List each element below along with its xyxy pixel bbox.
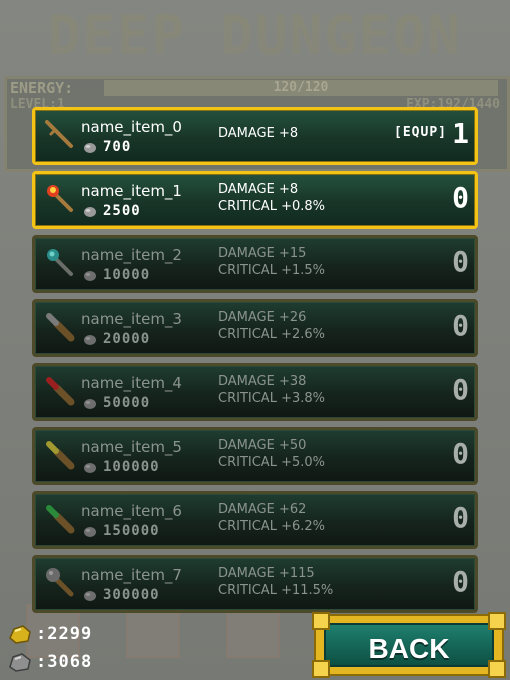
item-row[interactable]: name_item_2 10000 DAMAGE +15 CRITICAL +1…	[32, 235, 478, 293]
stone-icon	[84, 527, 96, 537]
club-icon	[46, 377, 75, 406]
item-price: 150000	[103, 523, 160, 539]
item-name: name_item_3	[81, 310, 182, 328]
item-price: 50000	[103, 395, 151, 411]
corner-ornament	[488, 612, 506, 630]
item-count: 0	[452, 437, 469, 470]
item-name: name_item_5	[81, 438, 182, 456]
item-price: 10000	[103, 267, 151, 283]
item-count: 0	[452, 501, 469, 534]
back-button-label: BACK	[368, 633, 450, 664]
item-count: 0	[452, 245, 469, 278]
item-name: name_item_7	[81, 566, 182, 584]
game-title: DEEP DUNGEON	[47, 4, 463, 67]
item-damage: DAMAGE +38	[218, 374, 307, 389]
item-name: name_item_6	[81, 502, 182, 520]
item-list: name_item_0 700 DAMAGE +8 [EQUP] 1 name_…	[32, 107, 478, 619]
item-price: 2500	[103, 203, 141, 219]
wand-icon	[47, 249, 73, 276]
item-name: name_item_0	[81, 118, 182, 136]
gold-amount: :2299	[36, 624, 93, 644]
corner-ornament	[488, 660, 506, 678]
item-row[interactable]: name_item_4 50000 DAMAGE +38 CRITICAL +3…	[32, 363, 478, 421]
item-price: 700	[103, 139, 132, 155]
item-count: 0	[452, 565, 469, 598]
item-damage: DAMAGE +26	[218, 310, 307, 325]
item-count: 1	[452, 117, 469, 150]
corner-ornament	[312, 612, 330, 630]
equipped-badge: [EQUP]	[394, 125, 447, 140]
club-icon	[46, 505, 75, 534]
energy-label: ENERGY:	[10, 79, 74, 97]
item-damage: DAMAGE +50	[218, 438, 307, 453]
item-critical: CRITICAL +6.2%	[218, 519, 325, 534]
item-damage: DAMAGE +8	[218, 182, 299, 197]
stone-amount: :3068	[36, 652, 93, 672]
item-price: 300000	[103, 587, 160, 603]
item-critical: CRITICAL +3.8%	[218, 391, 325, 406]
corner-ornament	[312, 660, 330, 678]
item-row[interactable]: name_item_6 150000 DAMAGE +62 CRITICAL +…	[32, 491, 478, 549]
stone-ore-icon	[9, 653, 31, 672]
item-critical: CRITICAL +1.5%	[218, 263, 325, 278]
club-icon	[46, 441, 75, 470]
stick-icon	[45, 120, 73, 148]
item-row[interactable]: name_item_5 100000 DAMAGE +50 CRITICAL +…	[32, 427, 478, 485]
item-row[interactable]: name_item_3 20000 DAMAGE +26 CRITICAL +2…	[32, 299, 478, 357]
back-button-face: BACK	[324, 623, 494, 667]
item-price: 100000	[103, 459, 160, 475]
item-row[interactable]: name_item_7 300000 DAMAGE +115 CRITICAL …	[32, 555, 478, 613]
item-damage: DAMAGE +62	[218, 502, 307, 517]
stone-icon	[84, 271, 96, 281]
torch-icon	[47, 185, 73, 212]
item-row[interactable]: name_item_0 700 DAMAGE +8 [EQUP] 1	[32, 107, 478, 165]
stone-icon	[84, 207, 96, 217]
item-critical: CRITICAL +0.8%	[218, 199, 325, 214]
item-count: 0	[452, 181, 469, 214]
item-damage: DAMAGE +8	[218, 126, 299, 141]
stone-icon	[84, 335, 96, 345]
item-name: name_item_4	[81, 374, 182, 392]
item-price: 20000	[103, 331, 151, 347]
back-button[interactable]: BACK	[312, 612, 506, 678]
item-damage: DAMAGE +115	[218, 566, 315, 581]
stone-icon	[84, 591, 96, 601]
item-critical: CRITICAL +2.6%	[218, 327, 325, 342]
mace-icon	[46, 568, 74, 597]
item-name: name_item_2	[81, 246, 182, 264]
stone-icon	[84, 463, 96, 473]
gold-nugget-icon	[9, 625, 31, 644]
item-count: 0	[452, 309, 469, 342]
item-critical: CRITICAL +11.5%	[218, 583, 334, 598]
club-icon	[46, 313, 75, 342]
item-critical: CRITICAL +5.0%	[218, 455, 325, 470]
item-damage: DAMAGE +15	[218, 246, 307, 261]
energy-value: 120/120	[273, 80, 329, 95]
item-count: 0	[452, 373, 469, 406]
item-name: name_item_1	[81, 182, 182, 200]
stone-icon	[84, 399, 96, 409]
item-row[interactable]: name_item_1 2500 DAMAGE +8 CRITICAL +0.8…	[32, 171, 478, 229]
stone-icon	[84, 143, 96, 153]
